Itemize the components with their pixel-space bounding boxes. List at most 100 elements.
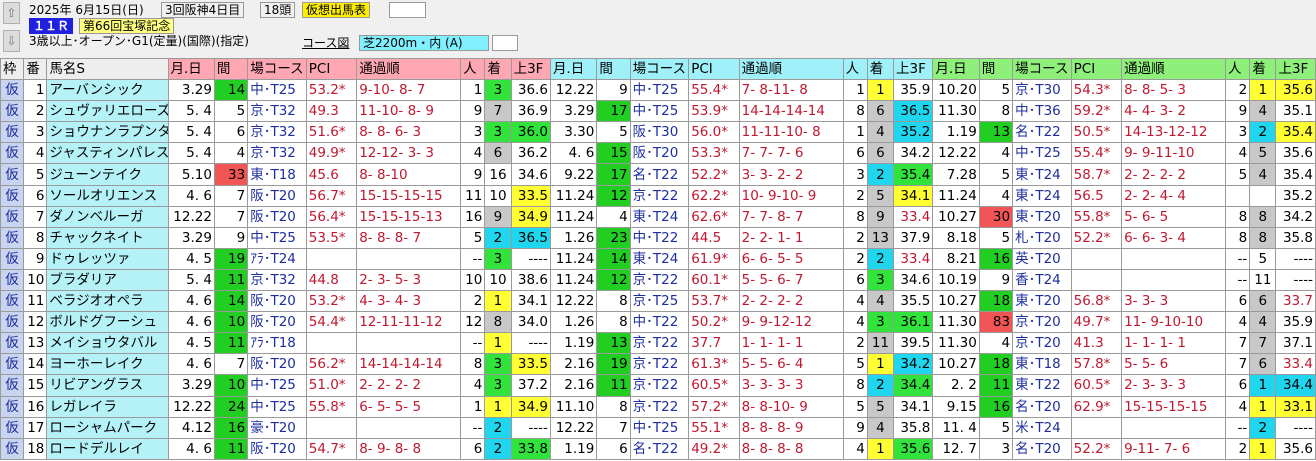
next-race-button[interactable]: ⇩ xyxy=(3,30,20,52)
horse-name[interactable]: ロードデルレイ xyxy=(46,437,169,460)
col-gap-3[interactable]: 間 xyxy=(978,57,1014,81)
run-interval: 9 xyxy=(213,226,249,249)
extra-field[interactable] xyxy=(389,2,426,18)
run-pci: 52.2* xyxy=(1070,437,1123,460)
horse-name[interactable]: ジューンテイク xyxy=(46,163,169,186)
run-popularity: 4 xyxy=(842,290,868,313)
course-extra-field[interactable] xyxy=(492,35,518,51)
col-gap-2[interactable]: 間 xyxy=(596,57,631,81)
col-course-2[interactable]: 場コース xyxy=(629,57,690,81)
col-finish-3[interactable]: 着 xyxy=(1249,57,1277,81)
run-last3f: 34.2 xyxy=(893,142,934,165)
horse-name[interactable]: レガレイラ xyxy=(46,395,169,418)
col-pop-1[interactable]: 人 xyxy=(460,57,486,81)
table-row[interactable]: 仮 14 ヨーホーレイク 4. 6 7 阪･T20 56.2* 14-14-14-14 8 3 33… xyxy=(0,353,1316,376)
col-last3f-1[interactable]: 上3F xyxy=(510,57,551,81)
col-pci-1[interactable]: PCI xyxy=(305,57,358,81)
horse-name[interactable]: ボルドグフーシュ xyxy=(46,311,169,334)
course-map-link[interactable]: コース図 xyxy=(302,36,349,51)
col-date-1[interactable]: 月.日 xyxy=(167,57,215,81)
run-course: ｱﾗ･T24 xyxy=(247,247,307,270)
col-passing-1[interactable]: 通過順 xyxy=(356,57,462,81)
col-course-1[interactable]: 場コース xyxy=(247,57,307,81)
run-course: 中･T25 xyxy=(247,79,307,102)
run-last3f: 35.4 xyxy=(1275,121,1316,144)
horse-name[interactable]: メイショウタバル xyxy=(46,332,169,355)
gate-cell: 仮 xyxy=(0,184,25,207)
table-row[interactable]: 仮 15 リビアングラス 3.29 10 中･T25 51.0* 2- 2- 2- 2 4 3 37… xyxy=(0,374,1316,397)
table-row[interactable]: 仮 4 ジャスティンパレス 5. 4 4 京･T32 49.9* 12-12- 3- 3463… xyxy=(0,142,1316,165)
run-last3f: 34.0 xyxy=(510,311,551,334)
col-pop-3[interactable]: 人 xyxy=(1225,57,1251,81)
run-interval: 4 xyxy=(978,142,1014,165)
horse-name[interactable]: チャックネイト xyxy=(46,226,169,249)
table-row[interactable]: 仮 13 メイショウタバル 4. 5 11 ｱﾗ･T18 -- 1 ---- 1.19 13 京･T2… xyxy=(0,332,1316,355)
run-pci: 61.9* xyxy=(688,247,740,270)
prev-race-button[interactable]: ⇧ xyxy=(3,2,20,24)
horse-name[interactable]: ソールオリエンス xyxy=(46,184,169,207)
col-passing-3[interactable]: 通過順 xyxy=(1121,57,1227,81)
run-popularity: 11 xyxy=(460,184,486,207)
run-popularity: 16 xyxy=(460,205,486,228)
run-course: 名･T20 xyxy=(1012,437,1072,460)
course-info: 芝2200m・内 (A) xyxy=(359,35,489,51)
col-num[interactable]: 番 xyxy=(23,57,48,81)
horse-name[interactable]: ジャスティンパレス xyxy=(46,142,169,165)
horse-name[interactable]: ベラジオオペラ xyxy=(46,290,169,313)
table-row[interactable]: 仮 12 ボルドグフーシュ 4. 6 10 阪･T20 54.4* 12-11-11-12 12… xyxy=(0,311,1316,334)
col-course-3[interactable]: 場コース xyxy=(1012,57,1072,81)
col-gap-1[interactable]: 間 xyxy=(213,57,249,81)
run-course: 京･T32 xyxy=(247,268,307,292)
table-row[interactable]: 仮 5 ジューンテイク 5.10 33 東･T18 45.6 8- 8-10 9 16 34.6 9.… xyxy=(0,163,1316,186)
horse-name[interactable]: ダノンベルーガ xyxy=(46,205,169,228)
col-date-3[interactable]: 月.日 xyxy=(932,57,980,81)
col-last3f-2[interactable]: 上3F xyxy=(893,57,934,81)
col-last3f-3[interactable]: 上3F xyxy=(1275,57,1316,81)
horse-name[interactable]: アーバンシック xyxy=(46,79,169,102)
horse-name[interactable]: ドゥレッツァ xyxy=(46,247,169,270)
table-row[interactable]: 仮 9 ドゥレッツァ 4. 5 19 ｱﾗ･T24 -- 3 ---- 11.24 14 東･T24 6… xyxy=(0,247,1316,270)
col-finish-1[interactable]: 着 xyxy=(484,57,512,81)
header-row: 枠 番 馬名S 月.日 間 場コース PCI 通過順 人 着 上3F 月.日 間… xyxy=(0,57,1316,81)
run-course: 名･T20 xyxy=(1012,395,1072,418)
col-gate[interactable]: 枠 xyxy=(0,57,25,81)
table-row[interactable]: 仮 17 ローシャムパーク 4.12 16 豪･T20 -- 2 ---- 12.22 7 中･T25… xyxy=(0,416,1316,439)
horse-name[interactable]: リビアングラス xyxy=(46,374,169,397)
run-last3f: 36.5 xyxy=(510,226,551,249)
run-popularity: 5 xyxy=(842,395,868,418)
horse-name[interactable]: ブラダリア xyxy=(46,268,169,292)
run-last3f: 33.7 xyxy=(1275,290,1316,313)
run-popularity: 4 xyxy=(842,311,868,334)
horse-name[interactable]: シュヴァリエローズ xyxy=(46,100,169,123)
run-passing: 2- 2- 2- 2 xyxy=(356,374,462,397)
horse-name[interactable]: ショウナンラプンタ xyxy=(46,121,169,144)
run-last3f: ---- xyxy=(1275,247,1316,270)
col-passing-2[interactable]: 通過順 xyxy=(738,57,844,81)
col-pop-2[interactable]: 人 xyxy=(842,57,868,81)
table-row[interactable]: 仮 7 ダノンベルーガ 12.22 7 阪･T20 56.4* 15-15-15-13 16 9 3… xyxy=(0,205,1316,228)
run-popularity: 6 xyxy=(1225,374,1251,397)
run-last3f: 35.8 xyxy=(1275,226,1316,249)
horse-name[interactable]: ローシャムパーク xyxy=(46,416,169,439)
table-row[interactable]: 仮 3 ショウナンラプンタ 5. 4 6 京･T32 51.6* 8- 8- 6- 3 3 3 36… xyxy=(0,121,1316,144)
table-row[interactable]: 仮 6 ソールオリエンス 4. 6 7 阪･T20 56.7* 15-15-15-15 11 10… xyxy=(0,184,1316,207)
run-interval: 16 xyxy=(213,416,249,439)
table-row[interactable]: 仮 10 ブラダリア 5. 4 11 京･T32 44.8 2- 3- 5- 3 10 10 38.… xyxy=(0,268,1316,292)
col-finish-2[interactable]: 着 xyxy=(866,57,895,81)
col-pci-3[interactable]: PCI xyxy=(1070,57,1123,81)
table-row[interactable]: 仮 8 チャックネイト 3.29 9 中･T25 53.5* 8- 8- 8- 7 5 2 36.5… xyxy=(0,226,1316,249)
run-pci xyxy=(1070,416,1123,439)
table-row[interactable]: 仮 16 レガレイラ 12.22 24 中･T25 55.8* 6- 5- 5- 5 1 1 34.… xyxy=(0,395,1316,418)
run-course: 中･T25 xyxy=(247,395,307,418)
horse-name[interactable]: ヨーホーレイク xyxy=(46,353,169,376)
col-pci-2[interactable]: PCI xyxy=(688,57,740,81)
table-row[interactable]: 仮 1 アーバンシック 3.29 14 中･T25 53.2* 9-10- 8- 7 1 3 36.… xyxy=(0,79,1316,102)
table-row[interactable]: 仮 18 ロードデルレイ 4. 6 11 阪･T20 54.7* 8- 9- 8- 8 6 2 33… xyxy=(0,437,1316,460)
horse-number: 10 xyxy=(23,268,48,292)
table-row[interactable]: 仮 11 ベラジオオペラ 4. 6 14 阪･T20 53.2* 4- 3- 4- 3 2 1 34… xyxy=(0,290,1316,313)
run-popularity: 6 xyxy=(1225,290,1251,313)
run-pci: 53.2* xyxy=(305,79,358,102)
col-name[interactable]: 馬名S xyxy=(46,57,169,81)
table-row[interactable]: 仮 2 シュヴァリエローズ 5. 4 5 京･T32 49.3 11-10- 8- 9 9 7 36… xyxy=(0,100,1316,123)
col-date-2[interactable]: 月.日 xyxy=(549,57,598,81)
